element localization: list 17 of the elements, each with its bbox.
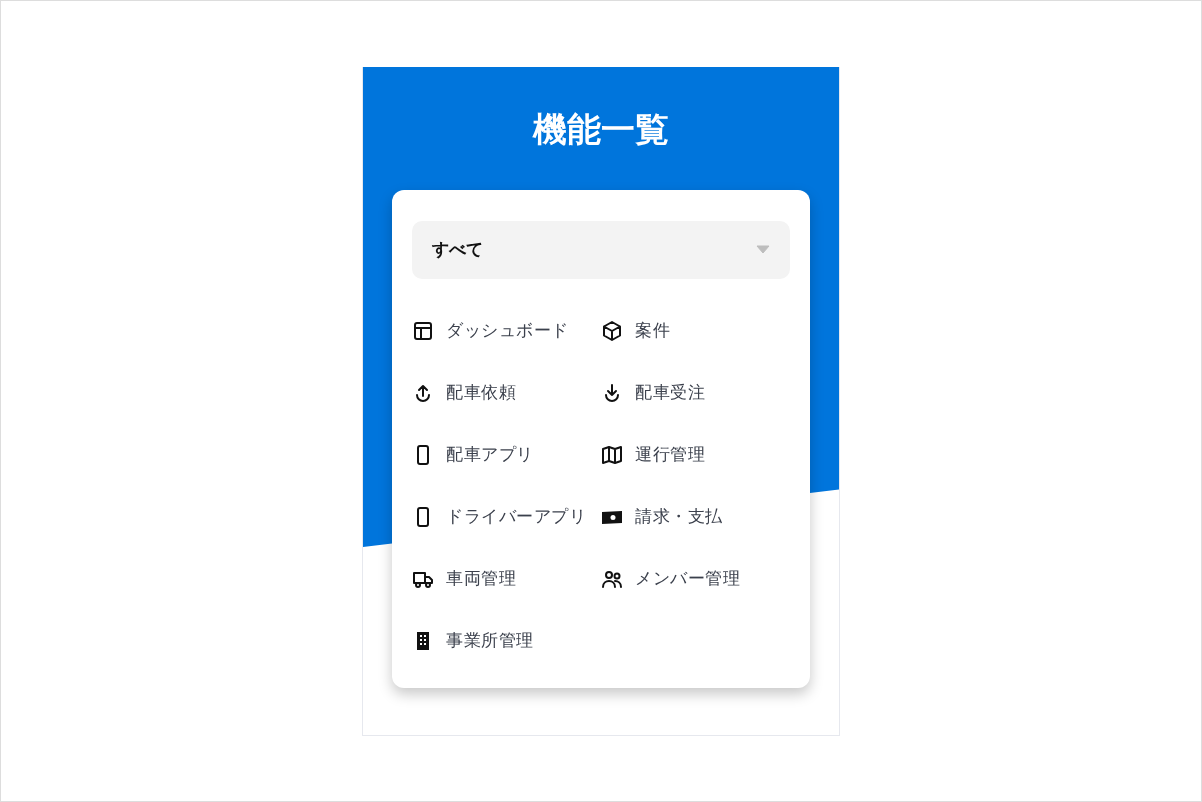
feature-link[interactable]: 配車受注 xyxy=(601,373,790,412)
feature-link[interactable]: 配車アプリ xyxy=(412,435,601,474)
feature-link[interactable]: 配車依頼 xyxy=(412,373,601,412)
cube-icon xyxy=(601,319,623,342)
feature-link[interactable]: ドライバーアプリ xyxy=(412,497,601,536)
map-icon xyxy=(601,443,623,466)
feature-link[interactable]: 運行管理 xyxy=(601,435,790,474)
feature-link[interactable]: 請求・支払 xyxy=(601,497,790,536)
feature-link[interactable]: メンバー管理 xyxy=(601,559,790,598)
feature-link[interactable]: 車両管理 xyxy=(412,559,601,598)
category-dropdown[interactable]: すべて xyxy=(412,220,790,279)
feature-link[interactable]: 事業所管理 xyxy=(412,621,601,660)
feature-link[interactable]: 案件 xyxy=(601,311,790,350)
page-title: 機能一覧 xyxy=(533,109,669,150)
layout-icon xyxy=(412,319,434,342)
caret-icon xyxy=(756,245,770,255)
feature-link[interactable]: ダッシュボード xyxy=(412,311,601,350)
